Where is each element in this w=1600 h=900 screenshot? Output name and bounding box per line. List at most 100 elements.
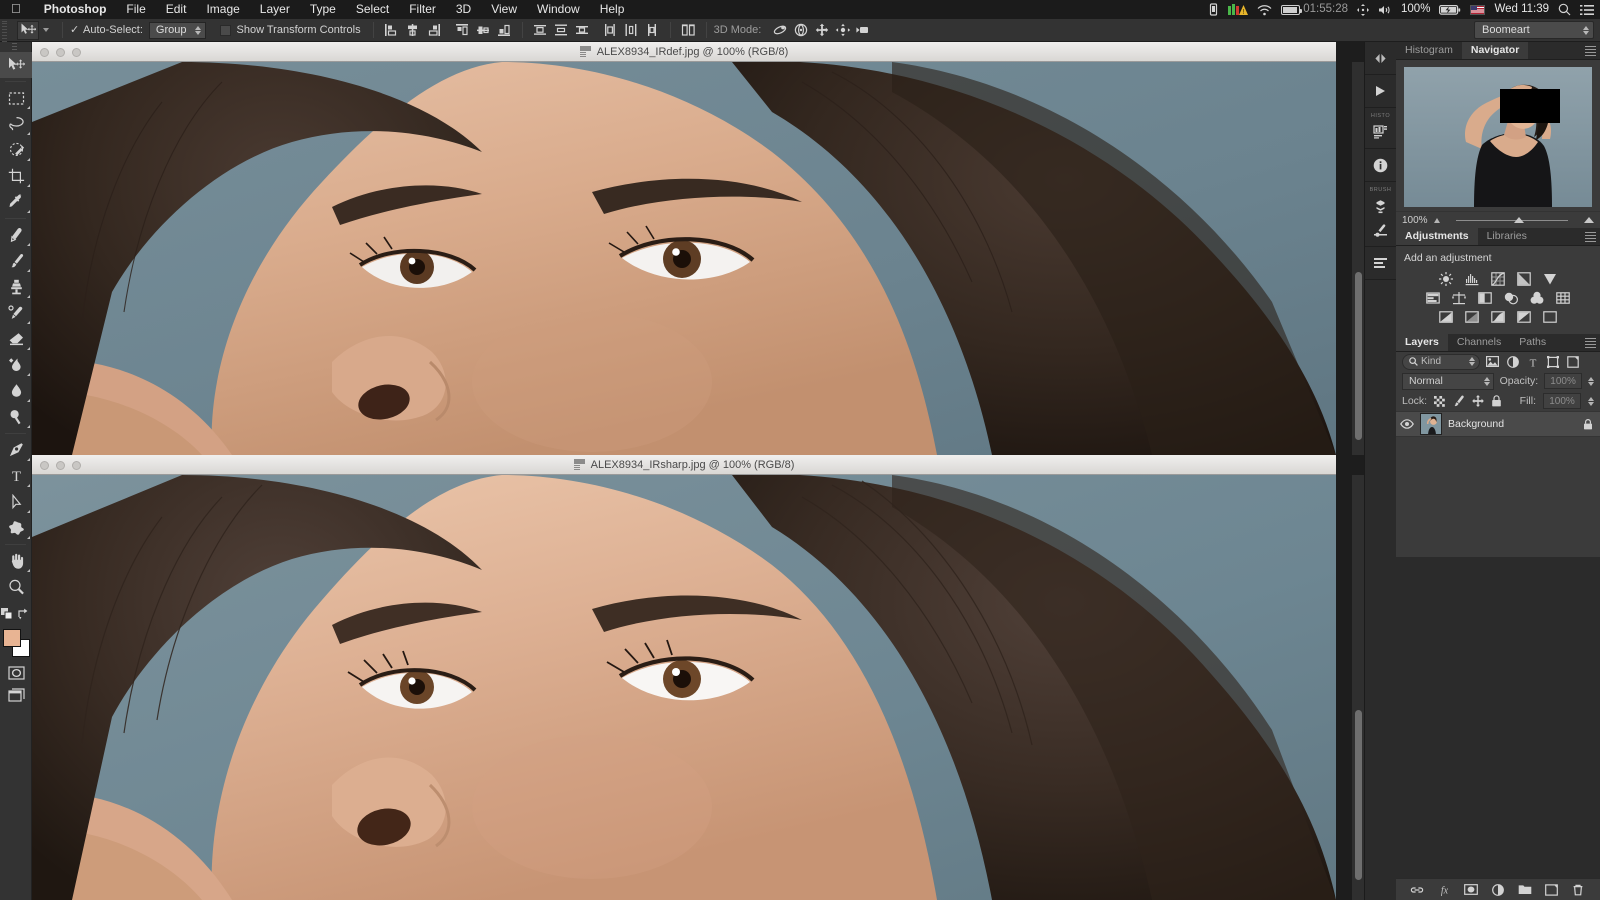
lock-image-pixels-icon[interactable] (1452, 395, 1465, 407)
type-tool[interactable]: T (0, 463, 32, 489)
gradient-map-icon[interactable] (1516, 309, 1533, 324)
navigator-zoom-value[interactable]: 100% (1402, 215, 1428, 226)
signal-bars-icon[interactable]: ! (1228, 3, 1249, 16)
slider-thumb[interactable] (1514, 217, 1525, 223)
brush-settings-icon[interactable] (1365, 218, 1396, 242)
adjustment-filter-icon[interactable] (1505, 354, 1520, 369)
airdrop-icon[interactable] (1357, 3, 1370, 16)
document-1-vertical-scrollbar[interactable] (1352, 62, 1364, 455)
distribute-vertical-centers-icon[interactable] (552, 21, 571, 40)
align-horizontal-centers-icon[interactable] (403, 21, 422, 40)
color-swatches[interactable] (0, 626, 32, 662)
tab-channels[interactable]: Channels (1448, 334, 1510, 351)
tab-navigator[interactable]: Navigator (1461, 42, 1529, 59)
dodge-tool[interactable] (0, 404, 32, 430)
posterize-icon[interactable] (1464, 309, 1481, 324)
photo-filter-icon[interactable] (1503, 290, 1520, 305)
new-fill-adjustment-icon[interactable] (1490, 882, 1506, 898)
gradient-tool[interactable] (0, 352, 32, 378)
zoom-button[interactable] (72, 47, 81, 57)
swap-colors-icon[interactable] (18, 608, 30, 620)
align-vertical-centers-icon[interactable] (474, 21, 493, 40)
clock-label[interactable]: Wed 11:39 (1494, 0, 1549, 19)
menu-item-file[interactable]: File (116, 0, 155, 19)
menu-item-photoshop[interactable]: Photoshop (34, 0, 117, 19)
shape-filter-icon[interactable] (1545, 354, 1560, 369)
layer-mask-icon[interactable] (1463, 882, 1479, 898)
menu-item-filter[interactable]: Filter (399, 0, 446, 19)
eyedropper-tool[interactable] (0, 189, 32, 215)
new-layer-icon[interactable] (1544, 882, 1560, 898)
navigator-view-box[interactable] (1500, 89, 1560, 123)
smart-object-filter-icon[interactable] (1565, 354, 1580, 369)
menu-item-help[interactable]: Help (590, 0, 635, 19)
selective-color-icon[interactable] (1542, 309, 1559, 324)
menu-item-window[interactable]: Window (527, 0, 590, 19)
window-controls[interactable] (40, 455, 81, 475)
blend-mode-dropdown[interactable]: Normal (1402, 372, 1494, 390)
document-1-canvas[interactable] (32, 62, 1336, 455)
align-left-edges-icon[interactable] (382, 21, 401, 40)
auto-select-checkbox[interactable]: ✓ (70, 24, 79, 35)
quick-mask-toggle[interactable] (0, 662, 32, 684)
blur-tool[interactable] (0, 378, 32, 404)
chevron-updown-icon[interactable] (1588, 396, 1594, 406)
opacity-value[interactable]: 100% (1544, 373, 1582, 389)
screen-mode-toggle[interactable] (0, 684, 32, 706)
distribute-spacing-icon[interactable] (679, 21, 698, 40)
path-selection-tool[interactable] (0, 489, 32, 515)
eye-icon[interactable] (1400, 419, 1414, 429)
lasso-tool[interactable] (0, 111, 32, 137)
orbit-3d-icon[interactable] (770, 21, 789, 40)
tab-histogram[interactable]: Histogram (1396, 42, 1462, 59)
panel-menu-icon[interactable] (1585, 232, 1596, 242)
hand-tool[interactable] (0, 548, 32, 574)
distribute-right-edges-icon[interactable] (643, 21, 662, 40)
align-top-edges-icon[interactable] (453, 21, 472, 40)
menu-item-view[interactable]: View (481, 0, 527, 19)
info-icon[interactable] (1365, 153, 1396, 177)
invert-icon[interactable] (1438, 309, 1455, 324)
distribute-left-edges-icon[interactable] (601, 21, 620, 40)
navigator-thumbnail[interactable] (1404, 67, 1592, 207)
histogram-icon[interactable] (1365, 120, 1396, 144)
hue-saturation-icon[interactable] (1425, 290, 1442, 305)
tab-paths[interactable]: Paths (1510, 334, 1555, 351)
active-tool-preset-picker[interactable] (9, 20, 55, 40)
menu-item-select[interactable]: Select (346, 0, 399, 19)
threshold-icon[interactable] (1490, 309, 1507, 324)
fill-value[interactable]: 100% (1543, 393, 1581, 409)
us-flag-icon[interactable] (1470, 4, 1486, 15)
zoom-in-icon[interactable] (1584, 217, 1594, 223)
pen-tool[interactable] (0, 437, 32, 463)
minimize-button[interactable] (56, 460, 65, 470)
device-icon[interactable] (1208, 3, 1219, 16)
rectangular-marquee-tool[interactable] (0, 85, 32, 111)
zoom-button[interactable] (72, 460, 81, 470)
lock-transparent-pixels-icon[interactable] (1434, 395, 1445, 407)
color-balance-icon[interactable] (1451, 290, 1468, 305)
delete-layer-icon[interactable] (1570, 882, 1586, 898)
zoom-out-icon[interactable] (1433, 217, 1440, 223)
document-2-canvas[interactable] (32, 475, 1336, 900)
menu-item-type[interactable]: Type (300, 0, 346, 19)
tab-libraries[interactable]: Libraries (1478, 228, 1536, 245)
tools-panel-grip[interactable] (0, 42, 31, 52)
shape-tool[interactable] (0, 515, 32, 541)
brightness-contrast-icon[interactable] (1438, 271, 1455, 286)
crop-tool[interactable] (0, 163, 32, 189)
pan-3d-icon[interactable] (812, 21, 831, 40)
minimize-button[interactable] (56, 47, 65, 57)
show-transform-controls-checkbox[interactable] (219, 24, 231, 36)
black-white-icon[interactable] (1477, 290, 1494, 305)
window-controls[interactable] (40, 42, 81, 62)
distribute-bottom-edges-icon[interactable] (573, 21, 592, 40)
layer-thumbnail[interactable] (1420, 413, 1442, 435)
tab-layers[interactable]: Layers (1396, 334, 1448, 351)
channel-mixer-icon[interactable] (1529, 290, 1546, 305)
options-bar-grip[interactable] (0, 18, 9, 42)
panel-menu-icon[interactable] (1585, 46, 1596, 56)
apple-menu-icon[interactable]:  (0, 2, 34, 15)
close-button[interactable] (40, 47, 49, 57)
eraser-tool[interactable] (0, 326, 32, 352)
